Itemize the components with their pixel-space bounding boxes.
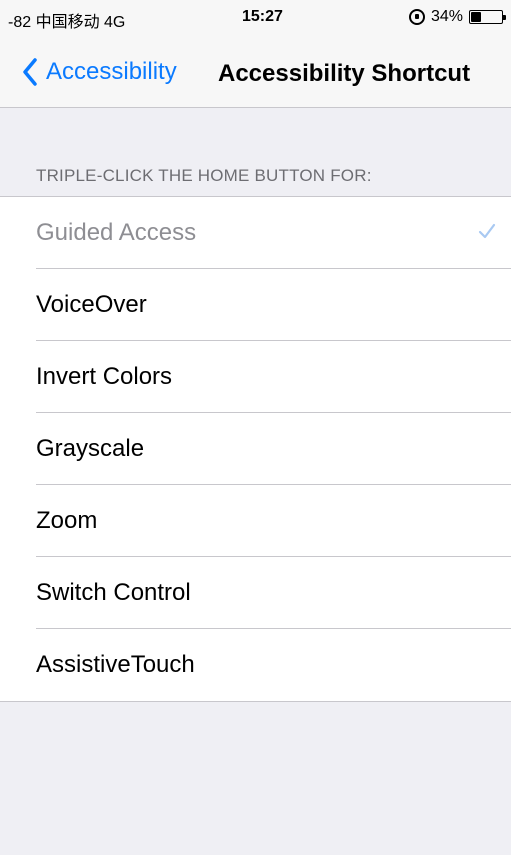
battery-percent: 34%: [430, 8, 463, 25]
option-invert-colors[interactable]: Invert Colors: [0, 341, 511, 413]
option-label: VoiceOver: [36, 291, 147, 318]
rotation-lock-icon: [408, 9, 425, 25]
page-title: Accessibility Shortcut: [218, 60, 471, 87]
options-list: Guided Access VoiceOver Invert Colors Gr…: [0, 196, 511, 702]
chevron-left-icon: [23, 58, 37, 86]
option-label: Grayscale: [36, 435, 145, 462]
option-label: AssistiveTouch: [36, 651, 195, 678]
battery-icon: [469, 10, 506, 24]
option-label: Invert Colors: [36, 363, 173, 390]
option-switch-control[interactable]: Switch Control: [0, 557, 511, 629]
top-bar: -82 中国移动 4G 15:27 34% Accessibility Acce…: [0, 0, 511, 108]
screen: -82 中国移动 4G 15:27 34% Accessibility Acce…: [0, 0, 511, 855]
section-header: TRIPLE-CLICK THE HOME BUTTON FOR:: [36, 166, 372, 185]
option-label: Guided Access: [36, 219, 197, 246]
option-assistivetouch[interactable]: AssistiveTouch: [0, 629, 511, 701]
option-grayscale[interactable]: Grayscale: [0, 413, 511, 485]
back-button[interactable]: Accessibility: [22, 58, 177, 86]
carrier-label: -82 中国移动 4G: [8, 14, 126, 31]
option-voiceover[interactable]: VoiceOver: [0, 269, 511, 341]
back-label: Accessibility: [46, 58, 177, 85]
status-right: 34%: [408, 8, 506, 26]
status-time: 15:27: [242, 8, 283, 25]
option-zoom[interactable]: Zoom: [0, 485, 511, 557]
option-guided-access[interactable]: Guided Access: [0, 197, 511, 269]
option-label: Switch Control: [36, 579, 191, 606]
status-bar: -82 中国移动 4G 15:27 34%: [0, 0, 511, 40]
option-label: Zoom: [36, 507, 98, 534]
navigation-bar: Accessibility Accessibility Shortcut: [0, 48, 511, 100]
battery-fill: [471, 12, 481, 22]
checkmark-icon: [478, 223, 496, 239]
